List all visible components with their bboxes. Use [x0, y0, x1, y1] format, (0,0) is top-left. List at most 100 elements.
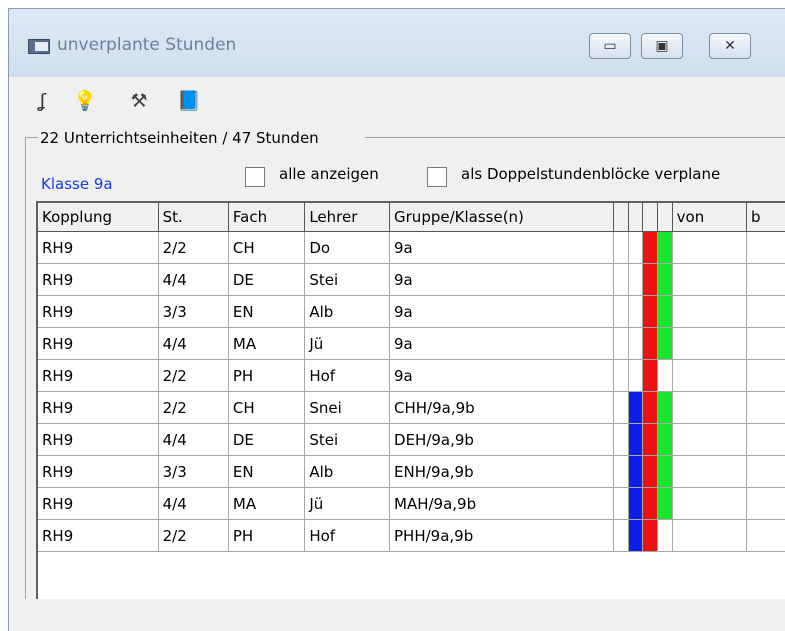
cell-lehrer: Snei: [304, 391, 391, 424]
tools-icon[interactable]: ⚒: [127, 89, 151, 113]
blue-marker: [628, 295, 644, 328]
cell-bis: [746, 519, 785, 552]
cell-lehrer: Do: [304, 231, 391, 264]
marker-empty: [613, 359, 629, 392]
lessons-table: Kopplung St. Fach Lehrer Gruppe/Klasse(n…: [36, 201, 785, 599]
col-header-gruppe[interactable]: Gruppe/Klasse(n): [389, 203, 615, 232]
blue-marker: [628, 391, 644, 424]
cell-st: 4/4: [158, 487, 229, 520]
cell-gruppe: DEH/9a,9b: [389, 423, 615, 456]
maximize-button[interactable]: ▣: [641, 33, 683, 59]
cell-gruppe: 9a: [389, 327, 615, 360]
cell-von: [672, 327, 747, 360]
table-row[interactable]: RH9 2/2 CH Do 9a: [38, 231, 785, 264]
green-marker: [657, 391, 673, 424]
red-marker: [642, 487, 659, 520]
marker-empty: [613, 327, 629, 360]
marker-empty: [613, 487, 629, 520]
green-marker: [657, 487, 673, 520]
col-header-st[interactable]: St.: [158, 203, 229, 232]
cell-kopplung: RH9: [38, 295, 159, 328]
table-row[interactable]: RH9 2/2 PH Hof PHH/9a,9b: [38, 519, 785, 552]
col-header-marker-3[interactable]: [642, 203, 659, 232]
col-header-kopplung[interactable]: Kopplung: [38, 203, 159, 232]
red-marker: [642, 327, 659, 360]
status-bar: [9, 599, 785, 631]
cell-lehrer: Jü: [304, 487, 391, 520]
green-marker: [657, 231, 673, 264]
table-row[interactable]: RH9 4/4 DE Stei DEH/9a,9b: [38, 423, 785, 456]
minimize-button[interactable]: ▭: [589, 33, 631, 59]
cell-st: 2/2: [158, 391, 229, 424]
cell-fach: CH: [228, 391, 306, 424]
cell-st: 2/2: [158, 359, 229, 392]
cell-st: 3/3: [158, 295, 229, 328]
close-button[interactable]: ✕: [709, 33, 751, 59]
hook-icon[interactable]: ʆ: [31, 89, 55, 113]
book-icon[interactable]: 📘: [177, 89, 201, 113]
cell-lehrer: Alb: [304, 455, 391, 488]
blue-marker: [628, 327, 644, 360]
blue-marker: [628, 487, 644, 520]
cell-von: [672, 519, 747, 552]
red-marker: [642, 455, 659, 488]
toolbar: ʆ 💡 ⚒ 📘: [9, 77, 785, 123]
cell-kopplung: RH9: [38, 263, 159, 296]
cell-fach: MA: [228, 487, 306, 520]
cell-fach: EN: [228, 295, 306, 328]
col-header-von[interactable]: von: [672, 203, 747, 232]
cell-gruppe: 9a: [389, 263, 615, 296]
cell-bis: [746, 263, 785, 296]
col-header-marker-2[interactable]: [628, 203, 644, 232]
marker-empty: [613, 423, 629, 456]
lightbulb-icon[interactable]: 💡: [73, 89, 97, 113]
cell-bis: [746, 327, 785, 360]
group-border: [25, 137, 38, 138]
window-title: unverplante Stunden: [57, 35, 237, 55]
table-row[interactable]: RH9 4/4 MA Jü MAH/9a,9b: [38, 487, 785, 520]
show-all-checkbox[interactable]: [245, 167, 265, 187]
cell-fach: CH: [228, 231, 306, 264]
col-header-marker-1[interactable]: [613, 203, 629, 232]
col-header-bis[interactable]: b: [746, 203, 785, 232]
double-blocks-checkbox[interactable]: [427, 167, 447, 187]
cell-gruppe: 9a: [389, 295, 615, 328]
unverplante-stunden-window: unverplante Stunden ▭ ▣ ✕ ʆ 💡 ⚒ 📘 22 Unt…: [8, 8, 785, 631]
col-header-fach[interactable]: Fach: [228, 203, 306, 232]
red-marker: [642, 263, 659, 296]
cell-gruppe: 9a: [389, 231, 615, 264]
col-header-marker-4[interactable]: [657, 203, 673, 232]
table-row[interactable]: RH9 3/3 EN Alb 9a: [38, 295, 785, 328]
table-row[interactable]: RH9 3/3 EN Alb ENH/9a,9b: [38, 455, 785, 488]
cell-lehrer: Hof: [304, 519, 391, 552]
cell-kopplung: RH9: [38, 327, 159, 360]
blue-marker: [628, 519, 644, 552]
table-row[interactable]: RH9 4/4 MA Jü 9a: [38, 327, 785, 360]
title-bar[interactable]: unverplante Stunden ▭ ▣ ✕: [9, 9, 785, 77]
cell-von: [672, 263, 747, 296]
cell-gruppe: CHH/9a,9b: [389, 391, 615, 424]
cell-kopplung: RH9: [38, 487, 159, 520]
marker-empty: [613, 519, 629, 552]
cell-st: 4/4: [158, 423, 229, 456]
double-blocks-label: als Doppelstundenblöcke verplane: [461, 165, 721, 183]
green-marker: [657, 519, 673, 552]
col-header-lehrer[interactable]: Lehrer: [304, 203, 391, 232]
cell-lehrer: Stei: [304, 263, 391, 296]
cell-von: [672, 487, 747, 520]
cell-fach: PH: [228, 359, 306, 392]
summary-label: 22 Unterrichtseinheiten / 47 Stunden: [40, 129, 319, 147]
cell-fach: DE: [228, 263, 306, 296]
klasse-label: Klasse 9a: [41, 175, 113, 193]
red-marker: [642, 231, 659, 264]
green-marker: [657, 455, 673, 488]
cell-kopplung: RH9: [38, 423, 159, 456]
red-marker: [642, 359, 659, 392]
marker-empty: [613, 391, 629, 424]
table-row[interactable]: RH9 2/2 CH Snei CHH/9a,9b: [38, 391, 785, 424]
table-row[interactable]: RH9 4/4 DE Stei 9a: [38, 263, 785, 296]
cell-bis: [746, 295, 785, 328]
table-row[interactable]: RH9 2/2 PH Hof 9a: [38, 359, 785, 392]
cell-von: [672, 455, 747, 488]
blue-marker: [628, 423, 644, 456]
